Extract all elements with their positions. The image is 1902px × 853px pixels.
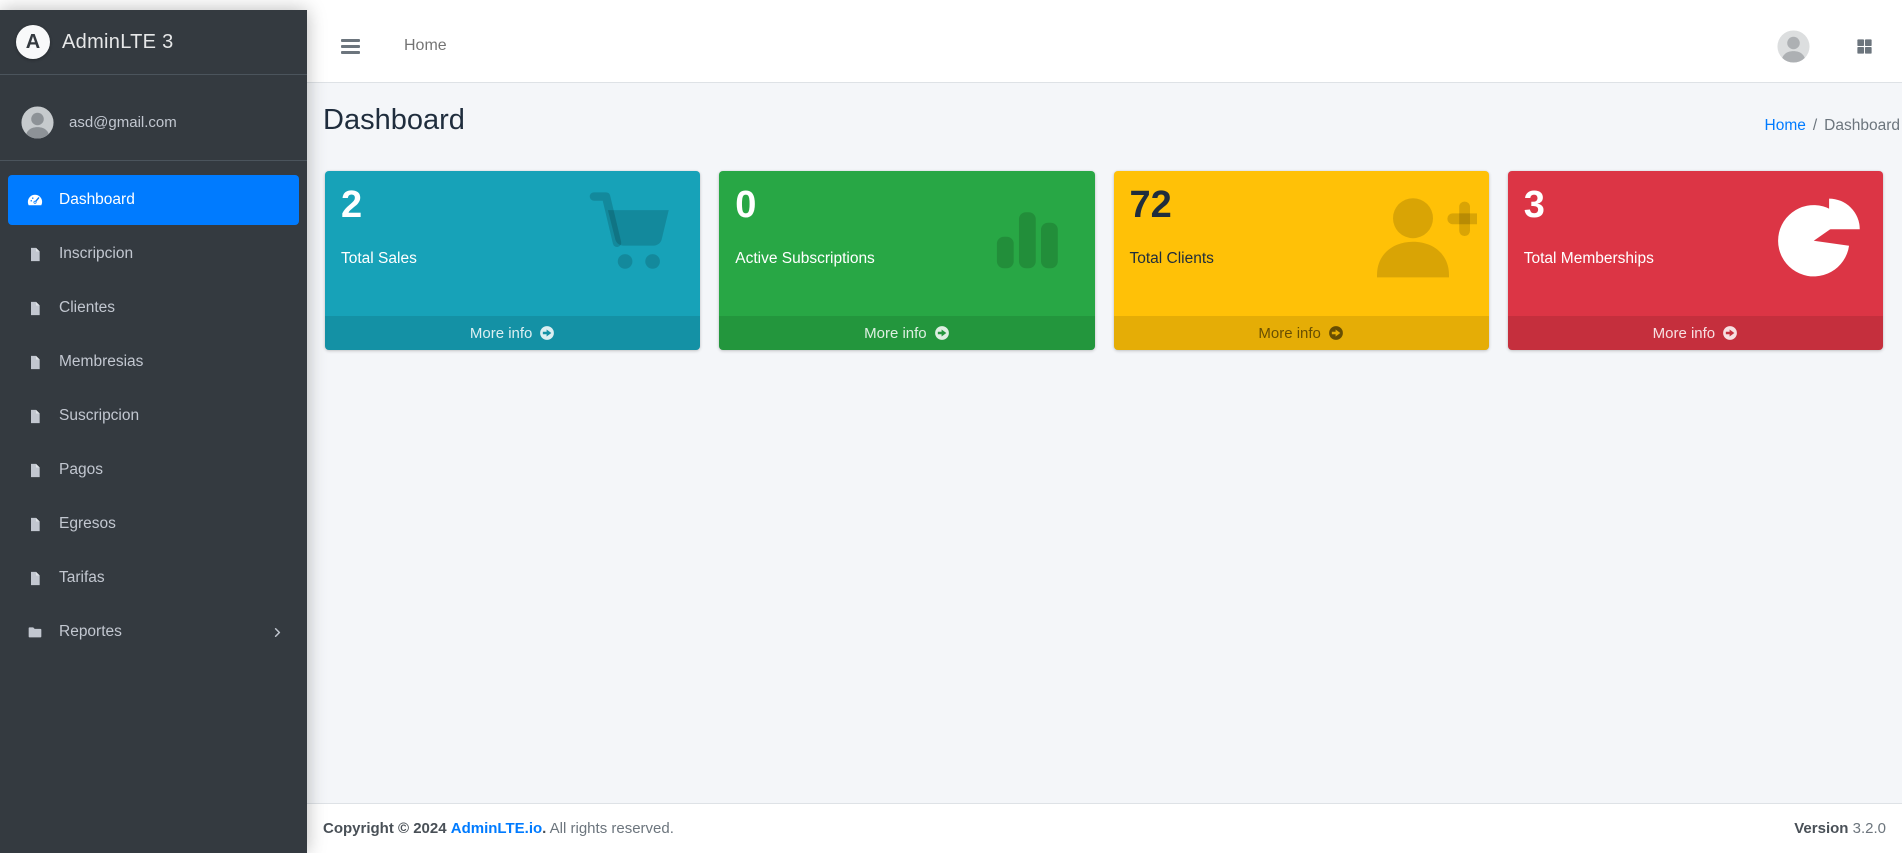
more-info-link[interactable]: More info [719, 316, 1095, 350]
grid-icon [1857, 38, 1872, 54]
file-icon [22, 354, 48, 371]
footer-copyright: Copyright © 2024 AdminLTE.io. All rights… [323, 820, 674, 837]
arrow-circle-right-icon [934, 326, 949, 340]
tachometer-icon [22, 191, 48, 209]
info-box-label: Total Sales [341, 249, 417, 267]
file-icon [22, 462, 48, 479]
sidebar-item-label: Dashboard [59, 191, 135, 208]
arrow-circle-right-icon [540, 326, 555, 340]
arrow-circle-right-icon [1329, 326, 1343, 340]
sidebar-item-clientes[interactable]: Clientes [8, 283, 299, 333]
sidebar-item-egresos[interactable]: Egresos [8, 499, 299, 549]
more-info-link[interactable]: More info [1113, 316, 1489, 350]
info-box-label: Active Subscriptions [735, 249, 875, 267]
more-info-link[interactable]: More info [1507, 316, 1883, 350]
sidebar-item-label: Suscripcion [59, 407, 140, 424]
sidebar-item-label: Clientes [59, 299, 115, 316]
sidebar-item-label: Pagos [59, 461, 103, 478]
sidebar-item-label: Inscripcion [59, 245, 134, 262]
version-label: Version [1794, 820, 1849, 837]
chevron-right-icon [270, 625, 285, 640]
navbar-user-avatar-icon[interactable] [1776, 29, 1811, 64]
menu-toggle-button[interactable] [337, 30, 364, 63]
breadcrumb-home-link[interactable]: Home [1765, 117, 1806, 134]
control-sidebar-toggle-button[interactable] [1855, 37, 1874, 56]
brand-link[interactable]: A AdminLTE 3 [0, 10, 307, 75]
info-box-total-clients: 72 Total Clients More info [1113, 171, 1489, 350]
content-header: Dashboard Home / Dashboard [307, 83, 1902, 141]
file-icon [22, 408, 48, 425]
breadcrumb: Home / Dashboard [1765, 117, 1901, 141]
footer-version: Version 3.2.0 [1794, 820, 1886, 837]
info-box-value: 2 [341, 184, 363, 226]
info-box-value: 3 [1523, 184, 1545, 226]
breadcrumb-current: Dashboard [1824, 117, 1900, 134]
bars-icon [341, 38, 360, 42]
copyright-link[interactable]: AdminLTE.io [451, 820, 542, 837]
navbar-right [1776, 29, 1874, 64]
sidebar-item-label: Egresos [59, 515, 116, 532]
user-avatar-icon [21, 106, 54, 139]
sidebar-item-label: Membresias [59, 353, 144, 370]
info-box-label: Total Memberships [1523, 249, 1654, 267]
user-email-link[interactable]: asd@gmail.com [69, 114, 177, 131]
sidebar-item-label: Reportes [59, 623, 122, 640]
sidebar-item-inscripcion[interactable]: Inscripcion [8, 229, 299, 279]
sidebar-item-suscripcion[interactable]: Suscripcion [8, 391, 299, 441]
copyright-text: Copyright © 2024 [323, 820, 447, 837]
user-panel: asd@gmail.com [0, 75, 307, 161]
version-value: 3.2.0 [1852, 820, 1886, 837]
rights-text: All rights reserved. [549, 820, 674, 837]
brand-title: AdminLTE 3 [62, 30, 174, 53]
adminlte-logo-icon: A [16, 25, 50, 59]
sidebar: A AdminLTE 3 asd@gmail.com Dashboard Ins… [0, 10, 307, 853]
info-box-value: 0 [735, 184, 757, 226]
arrow-circle-right-icon [1723, 326, 1738, 340]
content-wrapper: Dashboard Home / Dashboard 2 Total Sales [307, 83, 1902, 853]
file-icon [22, 516, 48, 533]
content-empty-area [307, 350, 1902, 803]
sidebar-item-reportes[interactable]: Reportes [8, 607, 299, 657]
info-box-active-subscriptions: 0 Active Subscriptions More info [719, 171, 1095, 350]
info-box-total-memberships: 3 Total Memberships More info [1507, 171, 1883, 350]
folder-icon [22, 624, 48, 640]
app-window: A AdminLTE 3 asd@gmail.com Dashboard Ins… [0, 0, 1902, 853]
sidebar-item-label: Tarifas [59, 569, 105, 586]
file-icon [22, 300, 48, 317]
info-box-label: Total Clients [1129, 249, 1214, 267]
top-navbar: Home [307, 10, 1902, 83]
file-icon [22, 570, 48, 587]
sidebar-item-dashboard[interactable]: Dashboard [8, 175, 299, 225]
info-box-row: 2 Total Sales More info 0 Active Subscri… [307, 141, 1902, 350]
nav-home-link[interactable]: Home [404, 37, 447, 55]
sidebar-item-pagos[interactable]: Pagos [8, 445, 299, 495]
page-title: Dashboard [323, 104, 465, 136]
more-info-link[interactable]: More info [325, 316, 701, 350]
sidebar-nav: Dashboard Inscripcion Clientes Membresia… [0, 161, 307, 669]
main-footer: Copyright © 2024 AdminLTE.io. All rights… [307, 803, 1902, 853]
info-box-total-sales: 2 Total Sales More info [325, 171, 701, 350]
info-box-value: 72 [1129, 184, 1172, 226]
sidebar-item-membresias[interactable]: Membresias [8, 337, 299, 387]
breadcrumb-separator: / [1812, 117, 1818, 134]
sidebar-item-tarifas[interactable]: Tarifas [8, 553, 299, 603]
file-icon [22, 246, 48, 263]
